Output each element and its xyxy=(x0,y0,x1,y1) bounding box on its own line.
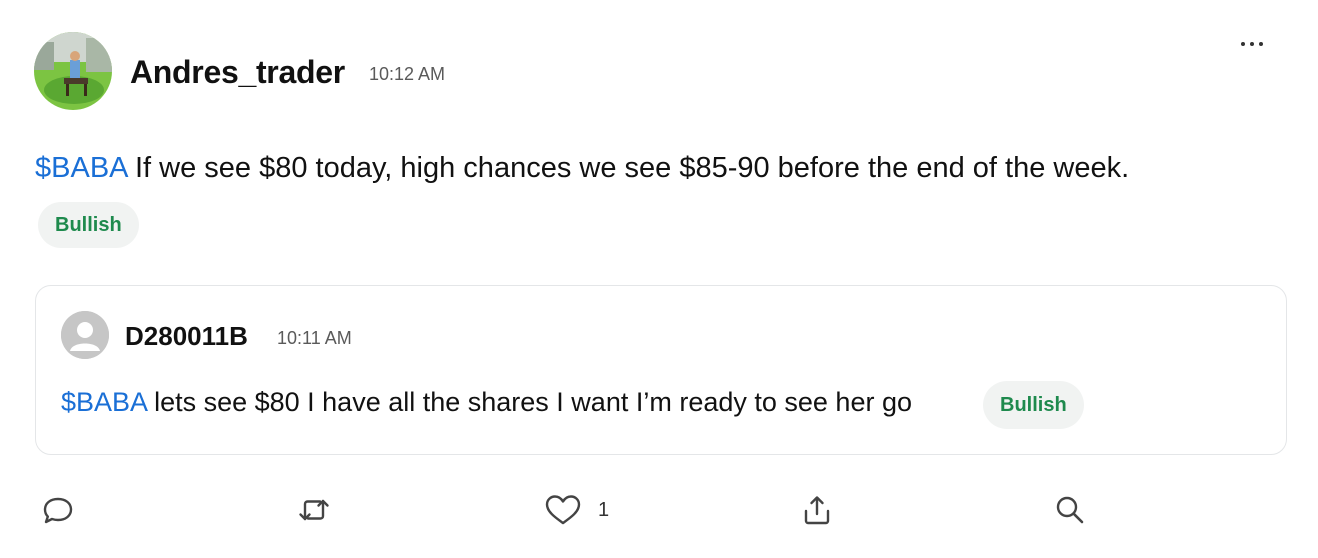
quoted-author-avatar[interactable] xyxy=(61,311,109,359)
author-username[interactable]: Andres_trader xyxy=(130,50,345,94)
like-count: 1 xyxy=(598,498,610,521)
heart-icon xyxy=(545,495,581,525)
quoted-sentiment-badge: Bullish xyxy=(983,381,1084,429)
share-upload-icon xyxy=(804,496,830,525)
quoted-timestamp: 10:11 AM xyxy=(277,328,352,348)
reshare-button[interactable] xyxy=(296,488,332,532)
quoted-post-body: $BABA lets see $80 I have all the shares… xyxy=(61,384,912,420)
default-user-icon xyxy=(61,311,109,359)
author-avatar[interactable] xyxy=(34,32,112,110)
sentiment-badge: Bullish xyxy=(38,202,139,248)
magnifier-icon xyxy=(1056,496,1084,524)
like-button[interactable]: 1 xyxy=(544,488,609,532)
comment-button[interactable] xyxy=(40,488,76,532)
cashtag-link[interactable]: $BABA xyxy=(35,152,127,184)
post-timestamp: 10:12 AM xyxy=(369,64,446,84)
reshare-arrows-icon xyxy=(299,499,329,521)
post-text: If we see $80 today, high chances we see… xyxy=(126,152,1130,184)
quoted-post-card[interactable]: D280011B 10:11 AM $BABA lets see $80 I h… xyxy=(35,285,1287,455)
quoted-author-username[interactable]: D280011B xyxy=(125,318,248,354)
action-bar: 1 xyxy=(0,488,1318,532)
quoted-post-text: lets see $80 I have all the shares I wan… xyxy=(146,387,912,417)
comment-bubble-icon xyxy=(43,497,73,524)
post-body: $BABA If we see $80 today, high chances … xyxy=(35,148,1129,188)
more-horizontal-icon xyxy=(1241,42,1245,46)
search-button[interactable] xyxy=(1052,488,1088,532)
share-button[interactable] xyxy=(800,488,834,532)
quoted-cashtag-link[interactable]: $BABA xyxy=(61,387,147,417)
author-photo-icon xyxy=(34,32,112,110)
more-options-button[interactable] xyxy=(1232,32,1272,56)
post-card: Andres_trader 10:12 AM $BABA If we see $… xyxy=(0,0,1318,558)
